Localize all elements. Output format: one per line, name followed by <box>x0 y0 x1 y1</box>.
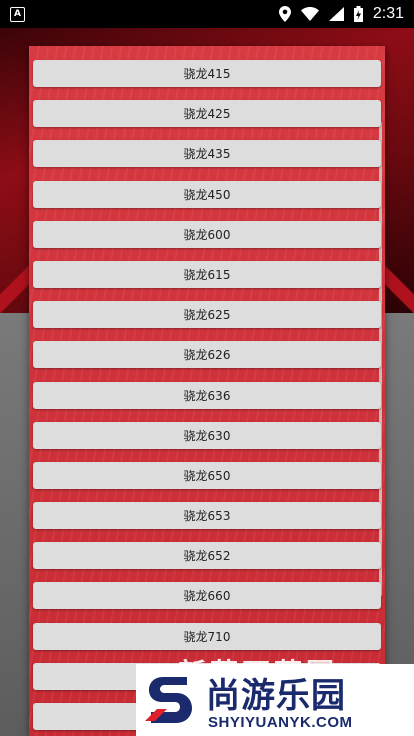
chip-option-button[interactable]: 骁龙425 <box>33 100 381 128</box>
app-notification-icon: A <box>10 6 25 22</box>
chip-option-button[interactable]: 骁龙660 <box>33 582 381 610</box>
watermark-url: SHYIYUANYK.COM <box>208 714 353 731</box>
chip-option-button[interactable]: 骁龙615 <box>33 260 381 288</box>
wifi-icon <box>300 7 319 21</box>
status-bar: A 2:31 <box>0 0 414 28</box>
status-left: A <box>10 6 25 22</box>
chip-option-button[interactable]: 骁龙600 <box>33 220 381 248</box>
clock: 2:31 <box>372 5 404 22</box>
chip-option-button[interactable]: 骁龙435 <box>33 140 381 168</box>
chip-option-button[interactable]: 骁龙625 <box>33 301 381 329</box>
chip-option-button[interactable]: 骁龙636 <box>33 381 381 409</box>
watermark-logo-icon <box>142 670 200 730</box>
watermark-title: 尚游乐园 <box>206 676 346 716</box>
battery-icon <box>353 6 363 22</box>
chip-option-button[interactable]: 骁龙630 <box>33 421 381 449</box>
chip-list: 骁龙415 骁龙425 骁龙435 骁龙450 骁龙600 骁龙615 骁龙62… <box>33 60 381 736</box>
chip-option-button[interactable]: 骁龙653 <box>33 502 381 530</box>
watermark: 尚游乐园 SHYIYUANYK.COM <box>136 664 414 736</box>
chip-option-button[interactable]: 骁龙626 <box>33 341 381 369</box>
location-icon <box>278 6 291 22</box>
chip-option-button[interactable]: 骁龙652 <box>33 542 381 570</box>
chip-option-button[interactable]: 骁龙450 <box>33 180 381 208</box>
signal-icon <box>328 7 344 21</box>
chip-option-button[interactable]: 骁龙415 <box>33 60 381 87</box>
chip-option-button[interactable]: 骁龙650 <box>33 461 381 489</box>
status-right: 2:31 <box>278 5 404 23</box>
chip-select-dialog[interactable]: 骁龙415 骁龙425 骁龙435 骁龙450 骁龙600 骁龙615 骁龙62… <box>29 46 385 736</box>
chip-option-button[interactable]: 骁龙710 <box>33 622 381 650</box>
